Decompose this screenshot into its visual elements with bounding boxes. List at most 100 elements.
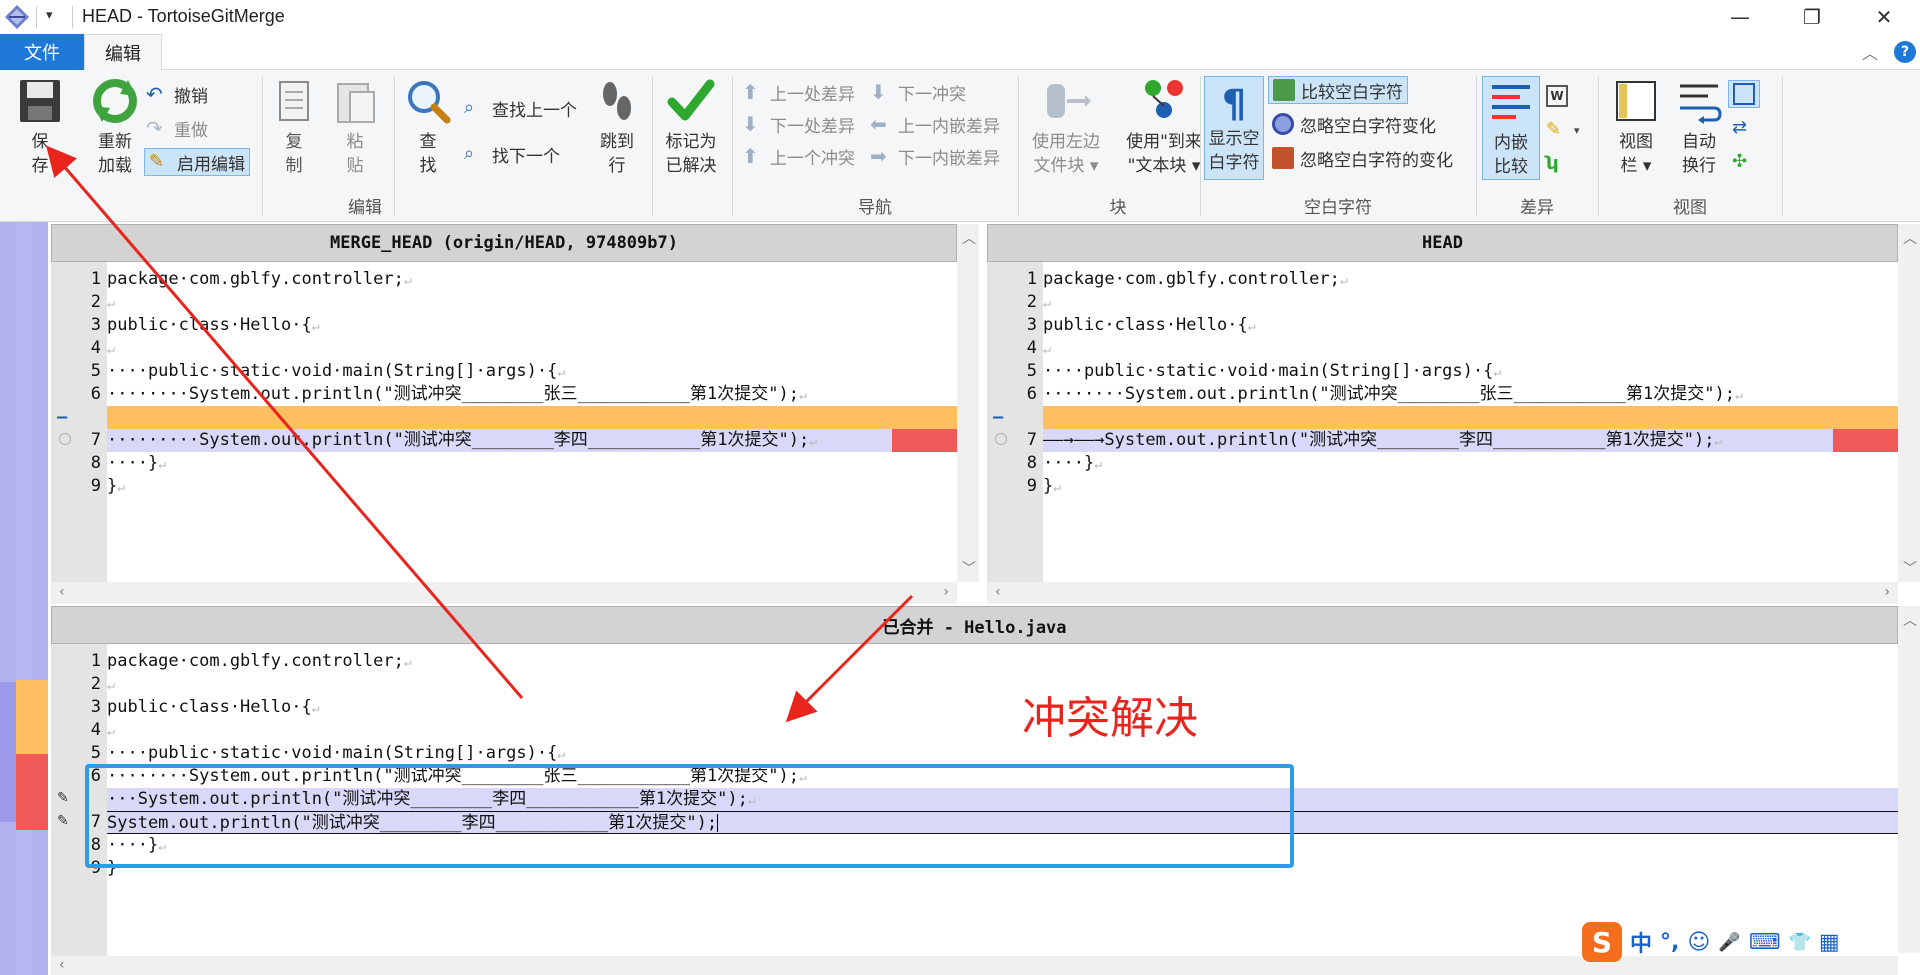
footprints-icon [603,82,631,120]
pane-merged-vertical-scrollbar[interactable]: ︿ [1898,606,1920,953]
pane-theirs-code[interactable]: package·com.gblfy.controller;↵ ↵ public·… [107,262,957,582]
swap-view-button[interactable]: ⇄ [1732,114,1760,142]
keyboard-icon[interactable]: ⌨ [1749,930,1781,955]
redo-icon: ↷ [146,116,163,140]
next-conflict-button[interactable]: ⬇ 下一冲突 [870,78,966,106]
find-next-button[interactable]: ⌕ 找下一个 [464,140,560,168]
undo-button[interactable]: ↶ 撤销 [146,80,208,108]
highlight-diff-button[interactable]: ✎ ▾ [1546,116,1580,144]
pane-theirs: MERGE_HEAD (origin/HEAD, 974809b7) packa… [51,224,979,604]
ribbon-collapse-icon[interactable]: ︿ [1862,40,1878,64]
scroll-up-icon[interactable]: ︿ [962,228,976,248]
scroll-left-icon[interactable]: ‹ [995,584,1001,600]
prev-conflict-button[interactable]: ⬆ 上一个冲突 [742,142,855,170]
emoji-icon[interactable]: ☺ [1687,930,1710,955]
minimize-button[interactable]: — [1710,0,1770,34]
use-left-block-button[interactable]: 使用左边 文件块 ▾ [1024,76,1108,178]
scroll-right-icon[interactable]: › [943,584,949,600]
return-mark: ↵ [107,678,115,693]
collapse-view-button[interactable]: ✣ [1732,148,1760,176]
pane-mine-vertical-scrollbar[interactable]: ︿ ﹀ [1898,224,1920,582]
help-icon[interactable]: ? [1894,41,1916,63]
scroll-left-icon[interactable]: ‹ [59,957,65,973]
location-bar-left[interactable] [0,222,16,975]
separator [1782,76,1783,216]
skin-icon[interactable]: 👕 [1789,932,1811,953]
viewbar-button[interactable]: 视图 栏 ▾ [1606,76,1666,178]
scroll-up-icon[interactable]: ︿ [1903,228,1917,248]
next-inline-button[interactable]: ➡ 下一内嵌差异 [870,142,1000,170]
microphone-icon[interactable]: 🎤 [1718,932,1740,953]
scroll-up-icon[interactable]: ︿ [1903,610,1917,630]
collapse-arrows-icon: ✣ [1732,151,1748,172]
redo-button[interactable]: ↷ 重做 [146,114,208,142]
mark-resolved-button[interactable]: 标记为 已解决 [658,76,724,178]
pane-mine-code[interactable]: package·com.gblfy.controller;↵ ↵ public·… [1043,262,1898,582]
group-diff: 内嵌 比较 W ✎ ▾ ʮ 差异 [1478,70,1596,222]
inline-diff-button[interactable]: 内嵌 比较 [1482,76,1540,180]
enable-edit-button[interactable]: ✎ 启用编辑 [144,148,250,176]
sogou-logo-icon[interactable]: S [1582,922,1622,962]
save-button[interactable]: 保 存 [12,76,68,178]
scroll-left-icon[interactable]: ‹ [59,584,65,600]
return-mark: ↵ [557,747,566,762]
return-mark: ↵ [557,365,566,380]
find-button[interactable]: 查 找 [402,76,454,178]
ime-toolbar[interactable]: S 中 °, ☺ 🎤 ⌨ 👕 ▦ [1582,916,1918,968]
tab-edit[interactable]: 编辑 [84,34,162,71]
return-mark: ↵ [117,480,126,495]
use-theirs-block-button[interactable]: 使用"到来 "文本块 ▾ [1114,76,1214,178]
scroll-right-icon[interactable]: › [1884,584,1890,600]
close-button[interactable]: ✕ [1854,0,1914,34]
return-mark: ↵ [107,342,115,357]
scroll-down-icon[interactable]: ﹀ [1903,558,1917,578]
prev-diff-button[interactable]: ⬆ 上一处差异 [742,78,855,106]
tortoisegitmerge-app-icon[interactable] [4,4,30,30]
ignore-all-whitespace-button[interactable]: 忽略空白字符的变化 [1272,144,1453,172]
pane-theirs-vertical-scrollbar[interactable]: ︿ ﹀ [957,224,979,582]
group-whitespace: ¶ 显示空 白字符 比较空白字符 忽略空白字符变化 忽略空白字符的变化 空白字符 [1202,70,1474,222]
compare-whitespace-button[interactable]: 比较空白字符 [1268,76,1408,104]
ime-language-toggle[interactable]: 中 [1630,926,1652,958]
scroll-down-icon[interactable]: ﹀ [962,558,976,578]
location-bar-right[interactable] [32,222,48,975]
paste-button[interactable]: 粘 贴 [330,76,380,178]
line-number: 2 [90,292,101,312]
conflict-line: ——→——→System.out.println("测试冲突________李四… [1043,429,1898,452]
undo-label: 撤销 [174,86,208,107]
pane-merged-header: 已合并 - Hello.java [51,606,1898,644]
quick-access-dropdown[interactable]: ▾ [46,8,53,23]
two-pane-view-button[interactable] [1728,80,1760,108]
code-line: }↵ [1043,475,1898,498]
pane-mine-horizontal-scrollbar[interactable]: ‹ › [987,582,1898,604]
reload-button[interactable]: 重新 加载 [84,76,146,178]
word-diff-button[interactable]: W [1546,82,1574,110]
find-prev-button[interactable]: ⌕ 查找上一个 [464,94,577,122]
conflict-marker-icon[interactable] [995,433,1007,445]
move-diff-button[interactable]: ʮ [1546,150,1574,178]
goto-line-button[interactable]: 跳到 行 [592,76,642,178]
line-number: 8 [90,453,101,473]
conflict-marker-icon[interactable] [59,433,71,445]
show-whitespace-button[interactable]: ¶ 显示空 白字符 [1204,76,1264,180]
next-diff-button[interactable]: ⬇ 下一处差异 [742,110,855,138]
pane-theirs-horizontal-scrollbar[interactable]: ‹ › [51,582,957,604]
undo-icon: ↶ [146,82,163,106]
arrow-right-icon: ➡ [870,144,887,168]
code-line: ↵ [1043,291,1898,314]
line-number: 4 [1026,338,1037,358]
word-wrap-button[interactable]: 自动 换行 [1670,76,1728,178]
paste-icon [337,83,375,123]
line-number: 1 [1026,269,1037,289]
ignore-whitespace-change-button[interactable]: 忽略空白字符变化 [1272,110,1436,138]
save-label: 保 存 [31,132,49,176]
ime-punctuation-toggle[interactable]: °, [1660,930,1679,955]
group-view: 视图 栏 ▾ 自动 换行 ⇄ ✣ 视图 [1600,70,1780,222]
ribbon-tabs: 文件 编辑 [0,34,1920,71]
tab-file[interactable]: 文件 [0,34,84,70]
maximize-button[interactable]: ❐ [1782,0,1842,34]
prev-inline-button[interactable]: ⬅ 上一内嵌差异 [870,110,1000,138]
location-bar-middle[interactable] [16,222,32,975]
copy-button[interactable]: 复 制 [270,76,318,178]
ime-menu-icon[interactable]: ▦ [1819,930,1840,955]
